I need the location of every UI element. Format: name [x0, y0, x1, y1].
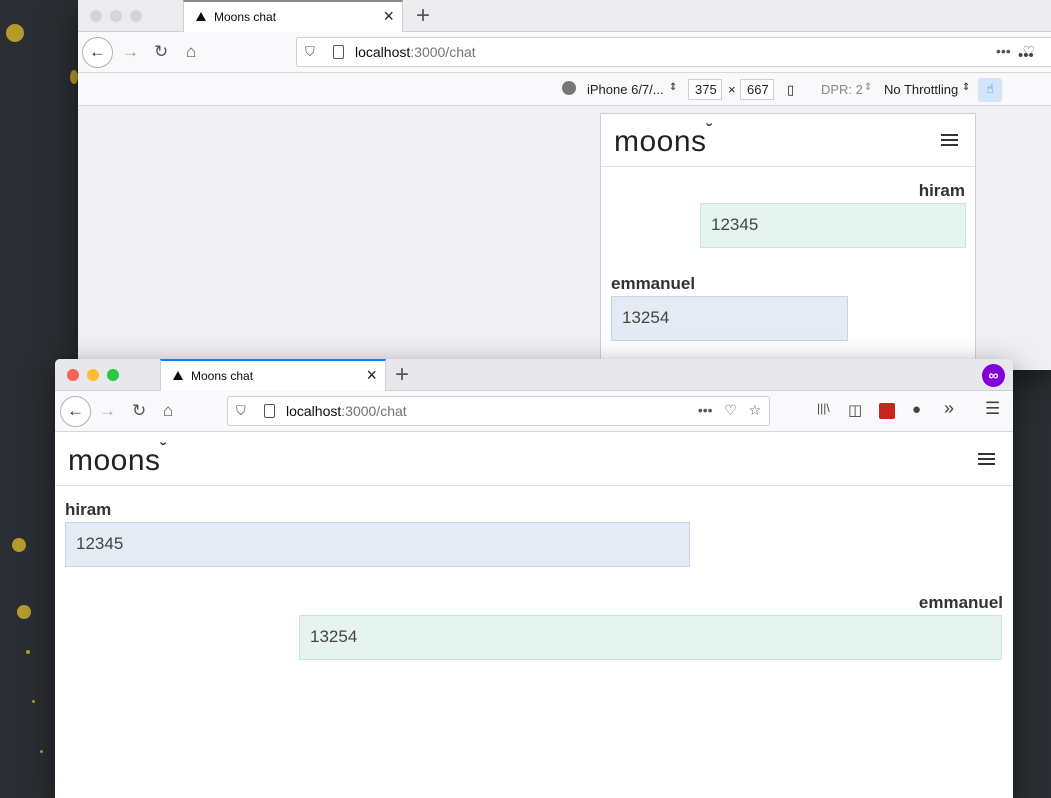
- page-actions: ••• ♡ ☆: [698, 402, 761, 419]
- tab-favicon-icon: [196, 12, 206, 21]
- window-minimize-button[interactable]: [110, 10, 122, 22]
- device-selector-arrows-icon: ⇕: [669, 82, 678, 93]
- window-close-button[interactable]: [67, 369, 79, 381]
- new-tab-button[interactable]: +: [416, 2, 430, 30]
- home-button[interactable]: ⌂: [186, 42, 196, 62]
- throttling-arrows-icon: ⇕: [962, 82, 971, 93]
- window-zoom-button[interactable]: [130, 10, 142, 22]
- pocket-icon[interactable]: ♡: [724, 402, 737, 418]
- moon-mark-icon: ˘: [706, 121, 714, 141]
- home-button[interactable]: ⌂: [163, 401, 173, 421]
- message-author: hiram: [65, 500, 112, 519]
- front-browser-window: Moons chat × + ∞ ← → ↻ ⌂ ⛉ localhost:300…: [55, 359, 1013, 798]
- device-selector[interactable]: iPhone 6/7/...: [587, 82, 664, 97]
- url-host: localhost: [286, 403, 342, 419]
- forward-button[interactable]: →: [122, 42, 139, 62]
- bookmark-star-icon[interactable]: ☆: [748, 402, 761, 418]
- window-zoom-button[interactable]: [107, 369, 119, 381]
- window-close-button[interactable]: [90, 10, 102, 22]
- tab-favicon-icon: [173, 371, 183, 380]
- page-actions-menu-icon[interactable]: •••: [996, 43, 1011, 59]
- tab-title: Moons chat: [191, 369, 254, 383]
- tab-title: Moons chat: [214, 10, 277, 24]
- message-bubble: 12345: [65, 522, 690, 567]
- forward-button[interactable]: →: [99, 401, 116, 421]
- library-icon[interactable]: |||\: [817, 401, 830, 415]
- app-menu-icon[interactable]: ☰: [985, 399, 1000, 419]
- app-header: moons˘: [55, 433, 1013, 486]
- tracking-shield-icon[interactable]: ⛉: [305, 44, 315, 60]
- no-dpr-icon: [562, 81, 576, 95]
- logo-text: moons: [614, 125, 707, 158]
- nav-toolbar: ← → ↻ ⌂ ⛉ localhost:3000/chat ••• ♡ ☆ ||…: [55, 391, 1013, 432]
- url-text: localhost:3000/chat: [355, 44, 476, 60]
- app-header: moons˘: [601, 114, 975, 167]
- page-info-icon[interactable]: [333, 45, 344, 59]
- account-icon[interactable]: ●: [912, 401, 921, 418]
- tracking-shield-icon[interactable]: ⛉: [236, 403, 246, 419]
- extension-icon[interactable]: [879, 403, 895, 419]
- private-browsing-icon: ∞: [982, 364, 1005, 387]
- dpr-arrows-icon: ⇕: [864, 82, 873, 93]
- tab-moons-chat[interactable]: Moons chat ×: [160, 359, 386, 391]
- responsive-design-toolbar: iPhone 6/7/... ⇕ 375 × 667 ▯ DPR: 2 ⇕ No…: [78, 73, 1051, 106]
- moons-logo[interactable]: moons˘: [68, 440, 167, 478]
- back-button[interactable]: ←: [82, 37, 113, 68]
- url-bar[interactable]: ⛉ localhost:3000/chat ••• ♡ ☆: [227, 396, 770, 426]
- overflow-menu-icon[interactable]: »: [944, 398, 954, 419]
- desktop-dot: [6, 24, 24, 42]
- page-info-icon[interactable]: [264, 404, 275, 418]
- page-menu-icon[interactable]: •••: [1018, 47, 1034, 64]
- reload-button[interactable]: ↻: [154, 42, 168, 62]
- desktop-dot: [12, 538, 26, 552]
- moon-mark-icon: ˘: [160, 440, 168, 460]
- back-window-toolbar-icons: •••: [1018, 47, 1034, 64]
- hamburger-menu-icon[interactable]: [941, 134, 958, 146]
- throttling-selector[interactable]: No Throttling: [884, 82, 958, 97]
- desktop-dot: [17, 605, 31, 619]
- dpr-selector[interactable]: DPR: 2: [821, 82, 863, 97]
- desktop-dot: [32, 700, 35, 703]
- message-author: emmanuel: [918, 593, 1003, 612]
- reload-button[interactable]: ↻: [132, 401, 146, 421]
- window-minimize-button[interactable]: [87, 369, 99, 381]
- url-bar[interactable]: ⛉ localhost:3000/chat ••• ♡: [296, 37, 1051, 67]
- message-bubble: 13254: [299, 615, 1002, 660]
- tab-strip: Moons chat × + ∞: [55, 359, 1013, 391]
- touch-simulation-icon[interactable]: ☝: [978, 78, 1002, 102]
- url-path: :3000/chat: [410, 44, 476, 60]
- back-browser-window: Moons chat × + ← → ↻ ⌂ ⛉ localhost:3000/…: [78, 0, 1051, 370]
- hamburger-menu-icon[interactable]: [978, 453, 995, 465]
- sidebar-icon[interactable]: ◫: [848, 401, 862, 419]
- tab-moons-chat[interactable]: Moons chat ×: [183, 0, 403, 32]
- tab-strip: Moons chat × +: [78, 0, 1051, 32]
- back-button[interactable]: ←: [60, 396, 91, 427]
- url-text: localhost:3000/chat: [286, 403, 407, 419]
- dimension-separator: ×: [728, 82, 736, 97]
- viewport-width-input[interactable]: 375: [688, 79, 722, 100]
- viewport-height-input[interactable]: 667: [740, 79, 774, 100]
- tab-close-icon[interactable]: ×: [366, 365, 377, 386]
- message-author: hiram: [918, 181, 965, 200]
- message-author: emmanuel: [611, 274, 696, 293]
- new-tab-button[interactable]: +: [395, 361, 409, 389]
- page-content: moons˘ hiram 12345 emmanuel 13254: [55, 433, 1013, 798]
- nav-toolbar: ← → ↻ ⌂ ⛉ localhost:3000/chat ••• ♡: [78, 32, 1051, 73]
- rotate-viewport-icon[interactable]: ▯: [787, 82, 794, 98]
- url-path: :3000/chat: [341, 403, 407, 419]
- device-viewport: moons˘ hiram 12345 emmanuel 13254: [600, 113, 976, 370]
- desktop-dot: [26, 650, 30, 654]
- moons-logo[interactable]: moons˘: [614, 121, 713, 159]
- url-host: localhost: [355, 44, 411, 60]
- message-bubble: 13254: [611, 296, 848, 341]
- desktop-dot: [70, 70, 78, 84]
- logo-text: moons: [68, 444, 161, 477]
- message-bubble: 12345: [700, 203, 966, 248]
- desktop-dot: [40, 750, 43, 753]
- tab-close-icon[interactable]: ×: [383, 6, 394, 27]
- page-actions-menu-icon[interactable]: •••: [698, 402, 713, 418]
